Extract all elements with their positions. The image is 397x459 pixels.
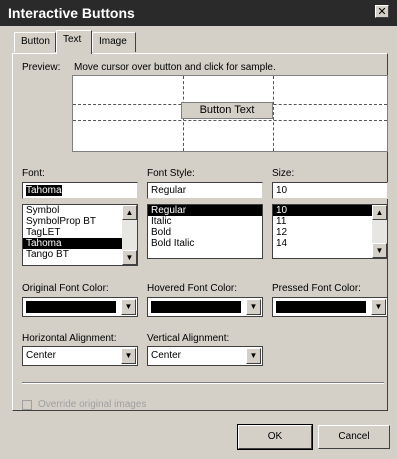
window-title: Interactive Buttons [8, 5, 135, 21]
cancel-button[interactable]: Cancel [318, 425, 390, 449]
original-font-color-picker[interactable]: ▼ [22, 297, 138, 317]
preview-button[interactable]: Button Text [181, 102, 273, 119]
size-label: Size: [272, 168, 295, 179]
scroll-down-icon[interactable]: ▼ [372, 243, 387, 258]
override-label: Override original images [38, 399, 147, 410]
font-input-value: Tahoma [26, 185, 62, 196]
list-item[interactable]: 12 [273, 227, 387, 238]
list-item[interactable]: Symbol [23, 205, 137, 216]
color-swatch [26, 301, 116, 313]
preview-area: Button Text [72, 75, 388, 152]
font-style-input[interactable]: Regular [147, 182, 263, 199]
horizontal-alignment-label: Horizontal Alignment: [22, 333, 117, 344]
original-font-color-label: Original Font Color: [22, 283, 109, 294]
list-item[interactable]: SymbolProp BT [23, 216, 137, 227]
divider [22, 382, 384, 384]
color-swatch [151, 301, 241, 313]
scroll-up-icon[interactable]: ▲ [122, 205, 137, 220]
chevron-down-icon[interactable]: ▼ [246, 348, 261, 364]
size-input[interactable]: 10 [272, 182, 388, 199]
font-input[interactable]: Tahoma [22, 182, 138, 199]
vertical-alignment-value: Center [151, 350, 182, 361]
list-item[interactable]: 11 [273, 216, 387, 227]
size-input-value: 10 [276, 185, 288, 196]
pressed-font-color-picker[interactable]: ▼ [272, 297, 388, 317]
override-checkbox[interactable] [22, 400, 32, 410]
close-icon[interactable]: ✕ [375, 5, 389, 18]
horizontal-alignment-value: Center [26, 350, 57, 361]
list-item[interactable]: Bold Italic [148, 238, 262, 249]
title-bar: Interactive Buttons ✕ [0, 0, 397, 26]
scroll-up-icon[interactable]: ▲ [372, 205, 387, 220]
vertical-alignment-label: Vertical Alignment: [147, 333, 230, 344]
scroll-down-icon[interactable]: ▼ [122, 250, 137, 265]
list-item[interactable]: TagLET [23, 227, 137, 238]
chevron-down-icon[interactable]: ▼ [121, 348, 136, 364]
font-style-input-value: Regular [151, 185, 187, 196]
hovered-font-color-picker[interactable]: ▼ [147, 297, 263, 317]
font-label: Font: [22, 168, 45, 179]
list-item[interactable]: Italic [148, 216, 262, 227]
tab-text[interactable]: Text [56, 30, 92, 54]
chevron-down-icon[interactable]: ▼ [121, 299, 136, 315]
font-list-scrollbar[interactable]: ▲ ▼ [122, 205, 137, 265]
ok-button[interactable]: OK [237, 424, 313, 450]
font-style-list[interactable]: Regular Italic Bold Bold Italic [147, 204, 263, 259]
tab-image[interactable]: Image [92, 32, 136, 52]
list-item[interactable]: Tango BT [23, 249, 137, 260]
hovered-font-color-label: Hovered Font Color: [147, 283, 238, 294]
list-item[interactable]: Regular [148, 205, 262, 216]
vertical-alignment-select[interactable]: Center ▼ [147, 346, 263, 366]
preview-hint: Move cursor over button and click for sa… [74, 62, 276, 73]
list-item[interactable]: 10 [273, 205, 387, 216]
chevron-down-icon[interactable]: ▼ [371, 299, 386, 315]
guide-line [273, 76, 274, 151]
horizontal-alignment-select[interactable]: Center ▼ [22, 346, 138, 366]
list-item[interactable]: Tahoma [23, 238, 137, 249]
preview-label: Preview: [22, 62, 61, 73]
list-item[interactable]: Bold [148, 227, 262, 238]
guide-line [73, 120, 387, 121]
font-list[interactable]: Symbol SymbolProp BT TagLET Tahoma Tango… [22, 204, 138, 266]
font-style-label: Font Style: [147, 168, 195, 179]
list-item[interactable]: 14 [273, 238, 387, 249]
size-list[interactable]: 10 11 12 14 ▲ ▼ [272, 204, 388, 259]
pressed-font-color-label: Pressed Font Color: [272, 283, 361, 294]
size-list-scrollbar[interactable]: ▲ ▼ [372, 205, 387, 258]
color-swatch [276, 301, 366, 313]
chevron-down-icon[interactable]: ▼ [246, 299, 261, 315]
tab-button[interactable]: Button [14, 32, 56, 52]
